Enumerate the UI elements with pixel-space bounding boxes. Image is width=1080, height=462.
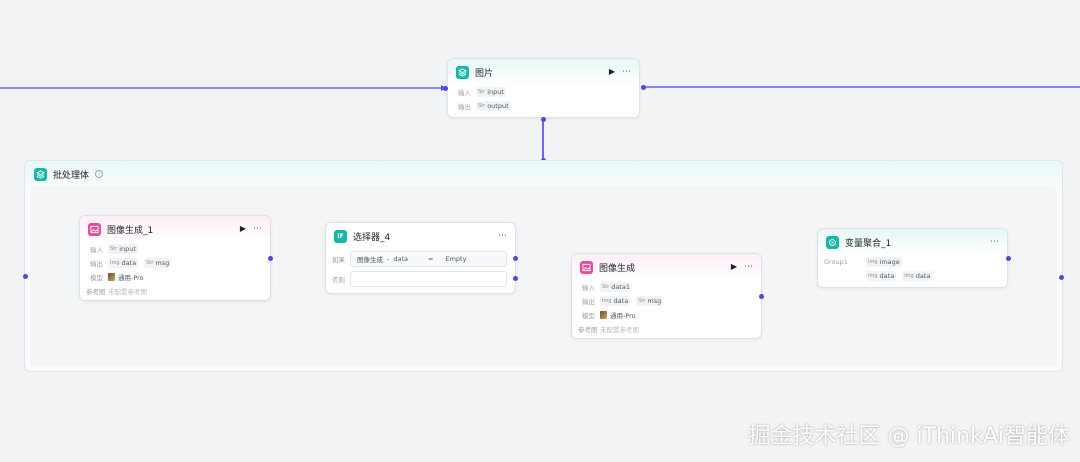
else-row: 否则 bbox=[326, 267, 515, 287]
gen2-input-row: 输入 Str data1 bbox=[572, 280, 761, 294]
image-icon bbox=[88, 222, 101, 236]
group-row: Group1 Img image bbox=[818, 255, 1007, 269]
cond-right: Empty bbox=[445, 255, 467, 263]
cond-sep: - bbox=[387, 255, 390, 263]
image-node-input-row: 输入 Str input bbox=[448, 85, 639, 99]
image-node-output-row: 输出 Str output bbox=[448, 99, 639, 113]
ref-value: 未配置参考图 bbox=[108, 288, 147, 296]
batch-title: 批处理体 bbox=[53, 170, 90, 181]
input-chip: Str data1 bbox=[600, 282, 632, 292]
gen1-output-row: 输出 Img data Str msg bbox=[80, 256, 270, 270]
cond-left: 图像生成 bbox=[357, 256, 383, 264]
gen2-ref-row: 参考图 未配置参考图 bbox=[572, 322, 761, 336]
selector-node[interactable]: IF 选择器_4 ⋯ 如果 图像生成 - data = Empty 否则 bbox=[325, 222, 516, 294]
selector-header: IF 选择器_4 ⋯ bbox=[326, 223, 515, 249]
selector-title: 选择器_4 bbox=[353, 232, 391, 243]
aggregate-icon bbox=[826, 235, 839, 249]
image-node-icon bbox=[456, 65, 469, 79]
image-node-header: 图片 ▶ ⋯ bbox=[448, 59, 639, 85]
run-icon[interactable]: ▶ bbox=[609, 68, 615, 76]
cond-var: data bbox=[393, 255, 409, 263]
more-icon[interactable]: ⋯ bbox=[622, 67, 631, 77]
gen2-output-row: 输出 Img data Str msg bbox=[572, 294, 761, 308]
batch-out-port[interactable] bbox=[1059, 275, 1064, 280]
model-label: 模型 bbox=[582, 312, 595, 320]
ref-label: 参考图 bbox=[86, 288, 106, 296]
input-chip: Str input bbox=[476, 87, 506, 97]
output-label: 输出 bbox=[582, 298, 595, 306]
cond-operator: = bbox=[428, 255, 434, 263]
aggregate-title: 变量聚合_1 bbox=[845, 238, 892, 249]
condition-box[interactable]: 图像生成 - data = Empty bbox=[350, 251, 507, 267]
image-node-out-port[interactable] bbox=[641, 85, 646, 90]
group-item-2: Img data bbox=[902, 271, 933, 281]
gen1-input-row: 输入 Str input bbox=[80, 242, 270, 256]
run-icon[interactable]: ▶ bbox=[731, 263, 737, 271]
image-icon bbox=[580, 260, 593, 274]
more-icon[interactable]: ⋯ bbox=[990, 237, 999, 247]
batch-header: 批处理体 i bbox=[25, 161, 1062, 187]
ref-value: 未配置参考图 bbox=[600, 326, 639, 334]
aggregate-header: 变量聚合_1 ⋯ bbox=[818, 229, 1007, 255]
if-icon: IF bbox=[334, 229, 347, 243]
output-chip-msg: Str msg bbox=[636, 296, 664, 306]
input-label: 输入 bbox=[458, 89, 471, 97]
image-node-title: 图片 bbox=[475, 68, 494, 79]
image-node-in-port[interactable] bbox=[443, 86, 448, 91]
model-thumbnail bbox=[108, 273, 115, 281]
aggregate-node[interactable]: 变量聚合_1 ⋯ Group1 Img image Img data Img data bbox=[817, 228, 1008, 288]
output-label: 输出 bbox=[90, 260, 103, 268]
model-thumbnail bbox=[600, 311, 607, 319]
more-icon[interactable]: ⋯ bbox=[498, 231, 507, 241]
if-row: 如果 图像生成 - data = Empty bbox=[326, 249, 515, 267]
model-value: 通用-Pro bbox=[610, 312, 636, 320]
aggregate-out-port[interactable] bbox=[1006, 256, 1011, 261]
input-chip: Str input bbox=[108, 244, 138, 254]
output-chip-msg: Str msg bbox=[144, 258, 172, 268]
selector-else-port[interactable] bbox=[513, 276, 518, 281]
selector-if-port[interactable] bbox=[513, 256, 518, 261]
image-gen-2-title: 图像生成 bbox=[599, 263, 636, 274]
output-chip-data: Img data bbox=[600, 296, 631, 306]
model-value: 通用-Pro bbox=[118, 274, 144, 282]
run-icon[interactable]: ▶ bbox=[240, 225, 246, 233]
gen1-model-row: 模型 通用-Pro bbox=[80, 270, 270, 284]
input-label: 输入 bbox=[90, 246, 103, 254]
watermark: 掘金技术社区 @ iThinkAi智能体 bbox=[748, 424, 1070, 449]
model-label: 模型 bbox=[90, 274, 103, 282]
output-chip: Str output bbox=[476, 101, 511, 111]
group-chip: Img image bbox=[866, 257, 902, 267]
more-icon[interactable]: ⋯ bbox=[253, 224, 262, 234]
output-label: 输出 bbox=[458, 103, 471, 111]
image-gen-2-header: 图像生成 ▶ ⋯ bbox=[572, 254, 761, 280]
gen2-model-row: 模型 通用-Pro bbox=[572, 308, 761, 322]
image-gen-1-header: 图像生成_1 ▶ ⋯ bbox=[80, 216, 270, 242]
group-label: Group1 bbox=[824, 258, 848, 266]
output-chip-data: Img data bbox=[108, 258, 139, 268]
ref-label: 参考图 bbox=[578, 326, 598, 334]
batch-icon bbox=[34, 167, 47, 181]
if-label: 如果 bbox=[332, 256, 345, 264]
image-gen-1-node[interactable]: 图像生成_1 ▶ ⋯ 输入 Str input 输出 Img data Str msg… bbox=[79, 215, 271, 301]
else-label: 否则 bbox=[332, 276, 345, 284]
image-node[interactable]: 图片 ▶ ⋯ 输入 Str input 输出 Str output bbox=[447, 58, 640, 118]
gen1-ref-row: 参考图 未配置参考图 bbox=[80, 284, 270, 298]
more-icon[interactable]: ⋯ bbox=[744, 262, 753, 272]
batch-in-port[interactable] bbox=[23, 274, 28, 279]
gen2-out-port[interactable] bbox=[759, 294, 764, 299]
group-items-row: Img data Img data bbox=[818, 269, 1007, 283]
image-gen-1-title: 图像生成_1 bbox=[107, 225, 154, 236]
group-item-1: Img data bbox=[866, 271, 897, 281]
info-icon[interactable]: i bbox=[95, 170, 104, 178]
else-box[interactable] bbox=[350, 271, 507, 287]
gen1-out-port[interactable] bbox=[268, 256, 273, 261]
image-node-bottom-port[interactable] bbox=[541, 117, 546, 122]
image-gen-2-node[interactable]: 图像生成 ▶ ⋯ 输入 Str data1 输出 Img data Str msg 模… bbox=[571, 253, 762, 339]
input-label: 输入 bbox=[582, 284, 595, 292]
